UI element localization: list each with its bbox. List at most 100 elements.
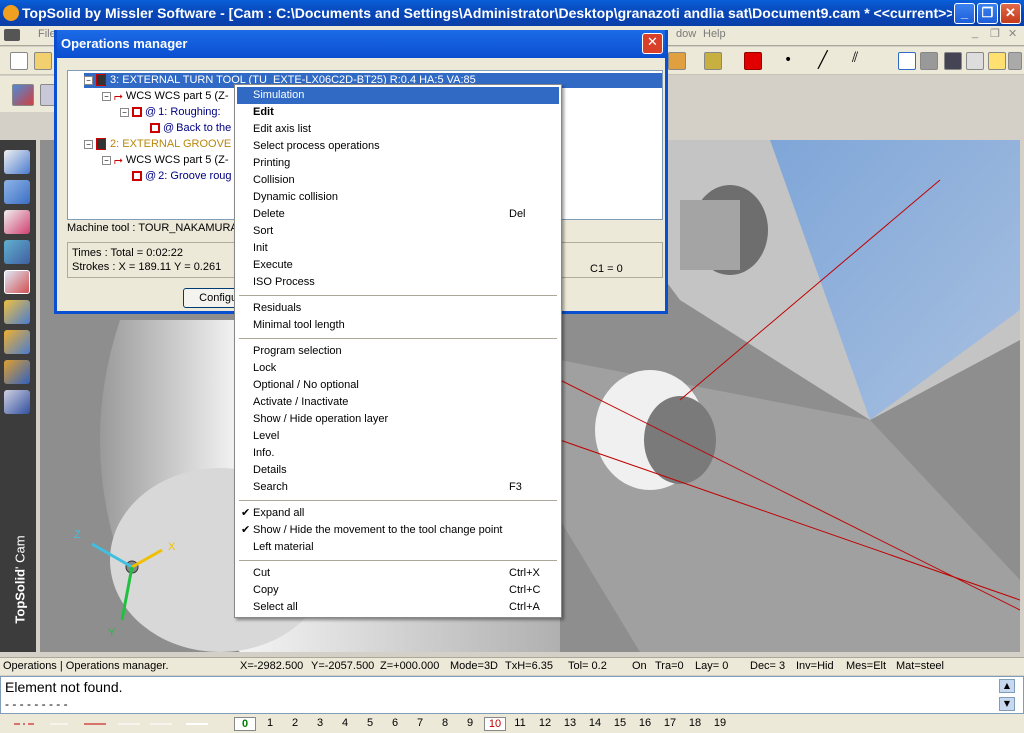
menu-item[interactable]: Residuals [237, 300, 559, 317]
shape-icon[interactable] [4, 180, 30, 204]
layer-button[interactable]: 3 [309, 717, 331, 729]
menu-item[interactable]: Collision [237, 172, 559, 189]
menu-item[interactable]: Search F3 [237, 479, 559, 496]
layer-button[interactable]: 2 [284, 717, 306, 729]
new-document-icon[interactable] [10, 52, 28, 70]
hatch-style-icon[interactable]: ⫽ [852, 50, 858, 66]
menu-item[interactable]: ✔ Expand all [237, 505, 559, 522]
status-text: Operations | Operations manager. [3, 660, 169, 672]
help-icon[interactable] [988, 52, 1006, 70]
layer-button[interactable]: 13 [559, 717, 581, 729]
menu-item[interactable]: Copy Ctrl+C [237, 582, 559, 599]
gears-icon[interactable] [920, 52, 938, 70]
document-settings-icon[interactable] [966, 52, 984, 70]
assembly-icon[interactable] [4, 240, 30, 264]
menu-item[interactable]: Edit [237, 104, 559, 121]
tool-holder-icon[interactable] [668, 52, 686, 70]
cam-icon[interactable] [4, 270, 30, 294]
open-folder-icon[interactable] [34, 52, 52, 70]
tree-row[interactable]: @ Back to the [150, 121, 231, 136]
maximize-button[interactable]: ❐ [977, 3, 998, 24]
menu-item[interactable]: Select all Ctrl+A [237, 599, 559, 616]
layer-button[interactable]: 10 [484, 717, 506, 731]
menu-item[interactable]: Cut Ctrl+X [237, 565, 559, 582]
menu-item[interactable]: Lock [237, 360, 559, 377]
menu-window[interactable]: dow [676, 28, 696, 40]
menu-item[interactable]: Left material [237, 539, 559, 556]
layer-button[interactable]: 4 [334, 717, 356, 729]
menu-item[interactable]: Dynamic collision [237, 189, 559, 206]
scroll-down-icon[interactable]: ▼ [999, 697, 1015, 711]
menu-item[interactable]: Select process operations [237, 138, 559, 155]
layer-button[interactable]: 0 [234, 717, 256, 731]
menu-item[interactable]: Details [237, 462, 559, 479]
line-style-icon[interactable]: ╱ [818, 50, 828, 69]
menu-item[interactable]: Program selection [237, 343, 559, 360]
tree-row[interactable]: − 2: EXTERNAL GROOVE [84, 137, 231, 152]
menu-item[interactable]: Optional / No optional [237, 377, 559, 394]
tree-row[interactable]: − @1: Roughing: [120, 105, 221, 120]
pointer-icon[interactable] [898, 52, 916, 70]
menu-item[interactable]: Init [237, 240, 559, 257]
doc-restore-icon[interactable]: ❐ [990, 27, 1000, 40]
layer-button[interactable]: 19 [709, 717, 731, 729]
machining-icon[interactable] [12, 84, 34, 106]
menu-item[interactable]: Level [237, 428, 559, 445]
layer-button[interactable]: 12 [534, 717, 556, 729]
tree-item-label: WCS WCS part 5 (Z- [125, 90, 229, 102]
layer-button[interactable]: 18 [684, 717, 706, 729]
tree-item-label: WCS WCS part 5 (Z- [125, 154, 229, 166]
layer-button[interactable]: 11 [509, 717, 531, 729]
tree-row[interactable]: − ⮣ WCS WCS part 5 (Z- [102, 89, 228, 104]
collapse-icon[interactable]: − [84, 139, 93, 149]
color-red-icon[interactable] [744, 52, 762, 70]
bookmark-icon[interactable] [1008, 52, 1022, 70]
menu-item[interactable]: Delete Del [237, 206, 559, 223]
tree-row[interactable]: − ⮣ WCS WCS part 5 (Z- [102, 153, 228, 168]
collapse-icon[interactable]: − [120, 107, 129, 117]
menu-separator [239, 500, 557, 501]
layer-button[interactable]: 6 [384, 717, 406, 729]
menu-item[interactable]: Show / Hide operation layer [237, 411, 559, 428]
sheet-metal-icon[interactable] [4, 360, 30, 384]
menu-item[interactable]: ✔ Show / Hide the movement to the tool ch… [237, 522, 559, 539]
doc-close-icon[interactable]: ✕ [1008, 27, 1017, 40]
robot-icon[interactable] [4, 390, 30, 414]
layer-button[interactable]: 15 [609, 717, 631, 729]
menu-item[interactable]: Minimal tool length [237, 317, 559, 334]
menu-item[interactable]: Activate / Inactivate [237, 394, 559, 411]
layer-button[interactable]: 14 [584, 717, 606, 729]
collapse-icon[interactable]: − [102, 91, 111, 101]
collapse-icon[interactable]: − [102, 155, 111, 165]
layer-button[interactable]: 17 [659, 717, 681, 729]
layer-button[interactable]: 5 [359, 717, 381, 729]
layer-button[interactable]: 1 [259, 717, 281, 729]
minimize-button[interactable]: _ [954, 3, 975, 24]
menu-item[interactable]: Edit axis list [237, 121, 559, 138]
tooling-icon[interactable] [4, 300, 30, 324]
menu-item[interactable]: Sort [237, 223, 559, 240]
menu-help[interactable]: Help [703, 28, 726, 40]
collapse-icon[interactable]: − [84, 75, 93, 85]
menu-item[interactable]: ISO Process [237, 274, 559, 291]
layer-button[interactable]: 7 [409, 717, 431, 729]
layer-button[interactable]: 9 [459, 717, 481, 729]
drafting-icon[interactable] [4, 210, 30, 234]
layer-button[interactable]: 8 [434, 717, 456, 729]
close-window-button[interactable]: ✕ [1000, 3, 1021, 24]
dialog-close-button[interactable]: ✕ [642, 33, 663, 54]
stamp-icon[interactable] [704, 52, 722, 70]
menu-app-icon[interactable] [4, 29, 20, 41]
tree-row[interactable]: @2: Groove roug [132, 169, 232, 184]
menu-item[interactable]: Printing [237, 155, 559, 172]
menu-item[interactable]: Execute [237, 257, 559, 274]
menu-item[interactable]: Info. [237, 445, 559, 462]
doc-minimize-icon[interactable]: _ [972, 27, 978, 39]
scroll-up-icon[interactable]: ▲ [999, 679, 1015, 693]
layer-button[interactable]: 16 [634, 717, 656, 729]
point-style-icon[interactable]: • [784, 52, 792, 68]
sketch-icon[interactable] [4, 150, 30, 174]
notebook-icon[interactable] [944, 52, 962, 70]
mold-icon[interactable] [4, 330, 30, 354]
menu-item[interactable]: Simulation [237, 87, 559, 104]
